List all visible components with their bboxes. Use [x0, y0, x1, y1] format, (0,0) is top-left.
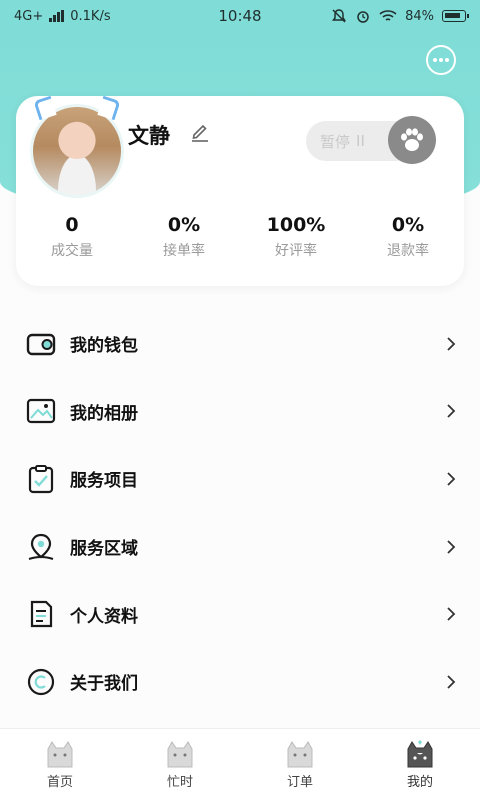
menu-label: 个人资料: [70, 606, 138, 627]
chevron-right-icon: [447, 607, 456, 621]
stat-value: 0: [65, 214, 79, 236]
signal-icon: [49, 10, 65, 22]
tab-orders[interactable]: 订单: [240, 729, 360, 800]
menu-label: 关于我们: [70, 674, 138, 695]
menu-label: 我的相册: [70, 403, 138, 424]
location-icon: [28, 533, 54, 560]
status-right: 84%: [296, 8, 469, 24]
tab-mine[interactable]: 我的: [360, 729, 480, 800]
tab-label: 首页: [46, 775, 73, 790]
menu-item-service-area[interactable]: 服务区域: [0, 513, 480, 581]
edit-icon[interactable]: [190, 120, 210, 142]
status-bar: 4G+ 0.1K/s 10:48 84%: [0, 0, 480, 32]
chevron-right-icon: [447, 539, 456, 554]
album-icon: [26, 399, 56, 424]
chevron-right-icon: [447, 337, 456, 351]
tab-label: 订单: [286, 775, 313, 790]
status-left: 4G+ 0.1K/s: [14, 9, 184, 24]
chat-dot-icon: [433, 58, 437, 62]
menu-item-profile-info[interactable]: 个人资料: [0, 580, 480, 648]
pause-label: 暂停: [320, 132, 351, 151]
copyright-icon: [27, 668, 55, 695]
document-icon: [30, 601, 53, 628]
cat-busy-icon: [167, 741, 193, 768]
clipboard-icon: [28, 464, 54, 494]
wifi-icon: [379, 10, 397, 21]
stat-refund-rate: 0% 退款率: [352, 214, 464, 260]
chat-dot-icon: [439, 58, 443, 62]
stat-value: 0%: [167, 214, 201, 236]
user-name: 文静: [128, 124, 170, 148]
battery-percent: 84%: [405, 8, 434, 24]
stat-volume: 0 成交量: [16, 214, 128, 260]
tab-home[interactable]: 首页: [0, 729, 120, 800]
chat-dot-icon: [445, 58, 449, 62]
paw-toggle-knob[interactable]: [388, 116, 436, 164]
cat-home-icon: [47, 741, 73, 768]
menu-label: 服务区域: [70, 539, 138, 560]
menu-item-wallet[interactable]: 我的钱包: [0, 310, 480, 378]
bottom-tab-bar: 首页 忙时 订单 我的: [0, 728, 480, 800]
mute-bell-icon: [332, 9, 347, 23]
chevron-right-icon: [447, 404, 456, 419]
cat-profile-icon: [407, 740, 433, 768]
profile-card: 文静 暂停 II 0 成交量 0% 接单率 100% 好评率 0% 退款率: [16, 95, 464, 286]
stat-value: 0%: [391, 214, 425, 236]
stat-label: 成交量: [51, 243, 93, 259]
stats-row: 0 成交量 0% 接单率 100% 好评率 0% 退款率: [16, 214, 464, 260]
stat-rating: 100% 好评率: [240, 214, 352, 260]
wallet-icon: [26, 333, 56, 355]
paw-icon: [401, 128, 423, 151]
menu-list: 我的钱包 我的相册 服务项目 服务区域 个人资料 关于我们: [0, 310, 480, 716]
menu-item-services[interactable]: 服务项目: [0, 445, 480, 513]
pause-icon: II: [356, 132, 365, 150]
chevron-right-icon: [447, 472, 456, 486]
cat-order-icon: [287, 741, 313, 768]
stat-value: 100%: [266, 214, 326, 236]
menu-item-about[interactable]: 关于我们: [0, 648, 480, 716]
menu-label: 服务项目: [70, 471, 138, 492]
message-button[interactable]: [426, 45, 456, 75]
chevron-right-icon: [447, 675, 456, 689]
tab-busy[interactable]: 忙时: [120, 729, 240, 800]
avatar-wrapper[interactable]: [30, 95, 124, 198]
status-time: 10:48: [218, 7, 262, 25]
menu-label: 我的钱包: [70, 336, 138, 357]
tab-label: 我的: [406, 775, 433, 790]
network-type: 4G+: [14, 8, 44, 24]
battery-icon: [442, 10, 469, 22]
network-speed: 0.1K/s: [70, 8, 111, 24]
stat-label: 好评率: [275, 243, 317, 259]
stat-label: 退款率: [387, 243, 429, 259]
stat-label: 接单率: [163, 243, 205, 259]
tab-label: 忙时: [166, 775, 193, 790]
menu-item-album[interactable]: 我的相册: [0, 378, 480, 446]
stat-accept-rate: 0% 接单率: [128, 214, 240, 260]
alarm-icon: [357, 11, 369, 23]
